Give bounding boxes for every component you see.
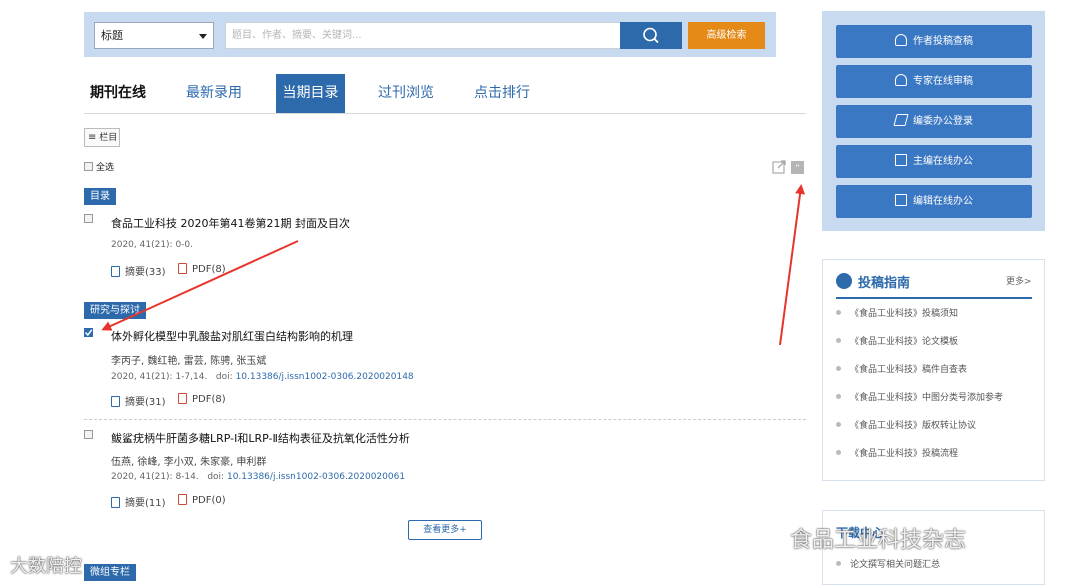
watermark-left: 大数陪控 [10,556,82,577]
annotation-arrows [101,184,806,346]
arrow-to-checkbox [101,240,299,331]
arrow-to-export [779,184,806,346]
watermark-right: 食品工业科技杂志 [790,528,967,553]
